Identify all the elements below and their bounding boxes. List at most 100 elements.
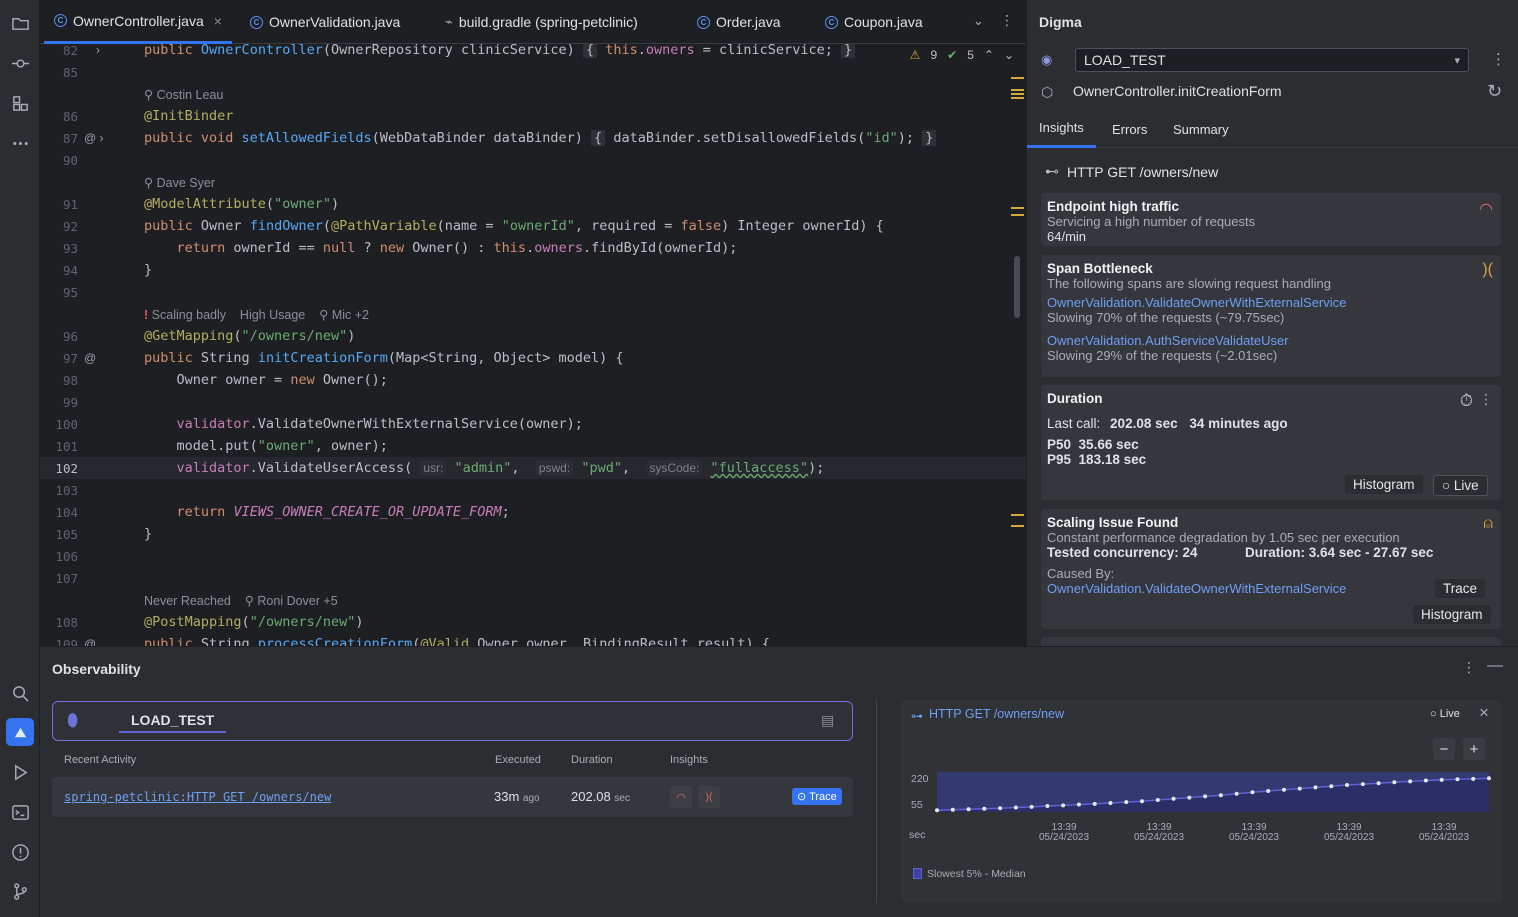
digma-codelens[interactable]: Never Reached ⚲ Roni Dover +5 <box>144 593 338 608</box>
data-point[interactable] <box>1487 776 1491 781</box>
warning-marker[interactable] <box>1011 77 1024 79</box>
author-lens[interactable]: ⚲ Costin Leau <box>144 87 223 102</box>
tab-build-gradle[interactable]: ⌁ build.gradle (spring-petclinic) <box>435 0 648 44</box>
more-icon[interactable]: ⋮ <box>1000 12 1014 29</box>
tab-coupon[interactable]: C Coupon.java <box>815 0 933 44</box>
data-point[interactable] <box>982 806 987 811</box>
data-point[interactable] <box>1155 798 1160 802</box>
span-link[interactable]: OwnerValidation.ValidateOwnerWithExterna… <box>1047 295 1495 310</box>
data-point[interactable] <box>1171 796 1176 801</box>
span-link[interactable]: spring-petclinic:HTTP GET /owners/new <box>64 790 331 804</box>
data-point[interactable] <box>1376 781 1381 786</box>
bottleneck-insight-icon[interactable]: )( <box>698 786 720 808</box>
tab-errors[interactable]: Errors <box>1100 110 1159 148</box>
data-point[interactable] <box>998 806 1003 811</box>
warning-marker[interactable] <box>1011 525 1024 527</box>
warning-marker[interactable] <box>1011 514 1024 516</box>
structure-icon[interactable] <box>6 89 34 117</box>
tab-order[interactable]: C Order.java <box>687 0 791 44</box>
data-point[interactable] <box>1140 799 1145 804</box>
data-point[interactable] <box>1092 801 1097 806</box>
data-point[interactable] <box>1329 784 1334 789</box>
span-link[interactable]: OwnerValidation.AuthServiceValidateUser <box>1047 333 1495 348</box>
digma-icon[interactable] <box>6 718 34 746</box>
trace-button[interactable]: Trace <box>1435 579 1486 598</box>
data-point[interactable] <box>966 807 971 812</box>
more-tools-icon[interactable] <box>6 129 34 157</box>
data-point[interactable] <box>1218 793 1223 798</box>
data-point[interactable] <box>1455 777 1460 782</box>
data-point[interactable] <box>1423 778 1428 783</box>
tab-ownercontroller[interactable]: C OwnerController.java × <box>44 0 232 44</box>
table-icon[interactable]: ▤ <box>821 712 834 729</box>
minimize-icon[interactable]: — <box>1487 657 1503 675</box>
warning-marker[interactable] <box>1011 89 1024 91</box>
environment-select[interactable]: LOAD_TEST ▾ <box>1075 48 1469 72</box>
data-point[interactable] <box>1045 804 1050 808</box>
data-point[interactable] <box>1297 786 1302 791</box>
override-icon[interactable]: @ <box>84 637 96 646</box>
warning-marker[interactable] <box>1011 214 1024 216</box>
environment-name[interactable]: LOAD_TEST <box>119 712 227 733</box>
data-point[interactable] <box>1408 779 1413 784</box>
data-point[interactable] <box>1013 805 1018 810</box>
code-editor[interactable]: ⚠ 9 ✔ 5 ⌃ ⌄ 82 › public OwnerController(Owne… <box>40 44 1026 646</box>
tab-insights[interactable]: Insights <box>1027 110 1096 148</box>
histogram-button[interactable]: Histogram <box>1413 605 1491 624</box>
code-line: 108 @PostMapping("/owners/new") <box>40 611 1026 633</box>
more-icon[interactable]: ⋮ <box>1479 391 1493 408</box>
data-point[interactable] <box>1234 791 1239 796</box>
histogram-button[interactable]: Histogram <box>1345 475 1423 494</box>
author-lens[interactable]: ⚲ Dave Syer <box>144 175 215 190</box>
terminal-icon[interactable] <box>6 798 34 826</box>
chevron-down-icon[interactable]: ⌄ <box>973 13 984 29</box>
data-point[interactable] <box>1061 803 1066 808</box>
data-point[interactable] <box>1187 795 1192 800</box>
warning-marker[interactable] <box>1011 97 1024 99</box>
data-point[interactable] <box>1108 801 1113 805</box>
more-icon[interactable]: ⋮ <box>1462 659 1476 676</box>
project-icon[interactable] <box>6 9 34 37</box>
traffic-insight-icon[interactable]: ◠ <box>670 786 692 808</box>
warning-marker[interactable] <box>1011 207 1024 209</box>
search-icon[interactable] <box>6 679 34 707</box>
commit-icon[interactable] <box>6 49 34 77</box>
tab-summary[interactable]: Summary <box>1161 110 1241 148</box>
warning-marker[interactable] <box>1011 93 1024 95</box>
activity-row[interactable]: spring-petclinic:HTTP GET /owners/new 33… <box>52 777 853 817</box>
digma-codelens[interactable]: ! Scaling badly High Usage ⚲ Mic +2 <box>144 307 369 322</box>
data-point[interactable] <box>1392 780 1397 785</box>
data-point[interactable] <box>1281 787 1286 792</box>
fold-arrow-icon[interactable]: › <box>96 44 100 57</box>
data-point[interactable] <box>1029 804 1034 809</box>
tab-ownervalidation[interactable]: C OwnerValidation.java <box>240 0 410 44</box>
code-line: 90 <box>40 149 1026 171</box>
data-point[interactable] <box>1471 776 1476 781</box>
override-icon[interactable]: @ <box>84 351 96 365</box>
data-point[interactable] <box>1439 777 1444 782</box>
data-point[interactable] <box>1345 783 1350 787</box>
refresh-icon[interactable]: ↻ <box>1487 81 1502 102</box>
more-icon[interactable]: ⋮ <box>1491 50 1506 68</box>
code-text: model.put("owner", owner); <box>144 438 388 454</box>
data-point[interactable] <box>1203 794 1208 799</box>
environment-tab[interactable]: ⬮ LOAD_TEST ▤ <box>52 701 853 741</box>
data-point[interactable] <box>1076 802 1081 807</box>
card-title: Span Bottleneck <box>1047 261 1153 276</box>
run-icon[interactable] <box>6 758 34 786</box>
cause-link[interactable]: OwnerValidation.ValidateOwnerWithExterna… <box>1047 581 1495 596</box>
override-icon[interactable]: @ › <box>84 131 104 145</box>
data-point[interactable] <box>1360 782 1365 787</box>
live-button[interactable]: ○ Live <box>1433 475 1488 496</box>
close-icon[interactable]: × <box>214 13 222 29</box>
data-point[interactable] <box>950 807 955 812</box>
data-point[interactable] <box>1266 789 1271 793</box>
data-point[interactable] <box>935 808 939 813</box>
trace-button[interactable]: ⊙ Trace <box>792 788 842 805</box>
data-point[interactable] <box>1250 790 1255 795</box>
editor-scrollbar[interactable] <box>1014 256 1020 318</box>
data-point[interactable] <box>1313 785 1318 790</box>
problems-icon[interactable] <box>6 838 34 866</box>
git-icon[interactable] <box>6 877 34 905</box>
data-point[interactable] <box>1124 800 1129 805</box>
